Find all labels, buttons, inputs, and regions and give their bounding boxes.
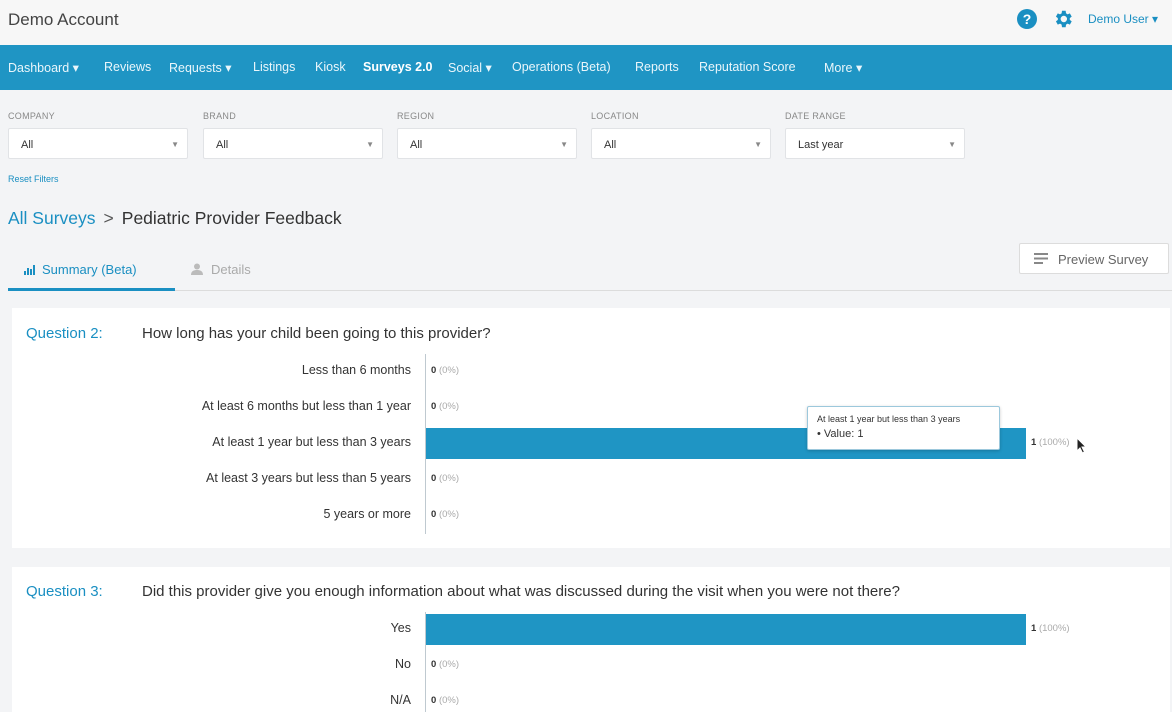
tick-label: At least 3 years but less than 5 years [206, 471, 411, 485]
brand-filter-value: All [216, 139, 229, 151]
tick-label: At least 6 months but less than 1 year [201, 399, 411, 413]
data-label: 0 (0%) [431, 401, 459, 412]
breadcrumb-all-surveys-link[interactable]: All Surveys [8, 208, 96, 228]
question-3-text: Did this provider give you enough inform… [142, 583, 900, 600]
tick-label: 5 years or more [323, 507, 411, 521]
user-name: Demo User [1088, 12, 1149, 26]
bar-chart-icon [24, 265, 35, 275]
breadcrumb: All Surveys > Pediatric Provider Feedback [8, 208, 342, 229]
nav-surveys[interactable]: Surveys 2.0 [363, 60, 433, 74]
tick-label: Less than 6 months [301, 363, 411, 377]
preview-survey-button[interactable]: Preview Survey [1019, 243, 1169, 274]
brand-filter-select[interactable]: All ▼ [203, 128, 383, 159]
tick-label: N/A [390, 693, 411, 707]
mouse-cursor-icon [1076, 437, 1088, 454]
region-filter-value: All [410, 139, 423, 151]
reset-filters-link[interactable]: Reset Filters [8, 174, 59, 184]
company-filter-value: All [21, 139, 34, 151]
account-name: Demo Account [8, 10, 119, 29]
date-range-filter-value: Last year [798, 139, 844, 151]
bar[interactable] [426, 614, 1026, 645]
tab-details-label: Details [211, 262, 251, 277]
tick-label: No [395, 657, 411, 671]
nav-reports[interactable]: Reports [635, 60, 679, 74]
tick-label: At least 1 year but less than 3 years [212, 435, 411, 449]
nav-social[interactable]: Social ▾ [448, 60, 492, 75]
data-label: 1 (100%) [1031, 623, 1070, 634]
active-tab-indicator [8, 288, 175, 291]
top-bar: Demo Account ? Demo User ▾ [0, 0, 1172, 45]
date-range-filter-label: DATE RANGE [785, 111, 846, 121]
data-label: 0 (0%) [431, 473, 459, 484]
nav-reputation-score[interactable]: Reputation Score [699, 60, 796, 74]
nav-listings[interactable]: Listings [253, 60, 295, 74]
data-label: 0 (0%) [431, 695, 459, 706]
region-filter-select[interactable]: All ▼ [397, 128, 577, 159]
location-filter-label: LOCATION [591, 111, 639, 121]
chevron-down-icon: ▼ [560, 140, 568, 149]
gear-icon[interactable] [1052, 8, 1074, 30]
nav-dashboard[interactable]: Dashboard ▾ [8, 60, 79, 75]
region-filter-label: REGION [397, 111, 435, 121]
main-nav: Dashboard ▾ Reviews Requests ▾ Listings … [0, 45, 1172, 90]
tab-summary-label: Summary (Beta) [42, 262, 137, 277]
data-label: 1 (100%) [1031, 437, 1070, 448]
tick-label: Yes [390, 621, 411, 635]
location-filter-value: All [604, 139, 617, 151]
help-icon[interactable]: ? [1017, 9, 1037, 29]
page-title: Pediatric Provider Feedback [121, 208, 342, 228]
brand-filter-label: BRAND [203, 111, 237, 121]
tooltip-value: • Value: 1 [817, 428, 864, 440]
nav-reviews[interactable]: Reviews [104, 60, 151, 74]
nav-kiosk[interactable]: Kiosk [315, 60, 346, 74]
date-range-filter-select[interactable]: Last year ▼ [785, 128, 965, 159]
tab-details[interactable]: Details [191, 262, 251, 277]
nav-operations[interactable]: Operations (Beta) [512, 60, 611, 74]
data-label: 0 (0%) [431, 509, 459, 520]
chart-tooltip: At least 1 year but less than 3 years • … [807, 406, 1000, 450]
chevron-down-icon: ▼ [366, 140, 374, 149]
chevron-down-icon: ▼ [948, 140, 956, 149]
question-2-number: Question 2: [26, 325, 103, 342]
chevron-down-icon: ▼ [171, 140, 179, 149]
preview-survey-label: Preview Survey [1058, 252, 1149, 267]
data-label: 0 (0%) [431, 365, 459, 376]
tab-summary[interactable]: Summary (Beta) [24, 262, 137, 277]
location-filter-select[interactable]: All ▼ [591, 128, 771, 159]
question-3-card: Question 3: Did this provider give you e… [12, 567, 1170, 712]
nav-more[interactable]: More ▾ [824, 60, 862, 75]
data-label: 0 (0%) [431, 659, 459, 670]
company-filter-select[interactable]: All ▼ [8, 128, 188, 159]
user-icon [191, 263, 203, 275]
nav-requests[interactable]: Requests ▾ [169, 60, 232, 75]
question-2-text: How long has your child been going to th… [142, 325, 491, 342]
tabs-divider [8, 290, 1172, 291]
breadcrumb-separator: > [103, 208, 114, 228]
question-3-number: Question 3: [26, 583, 103, 600]
user-menu[interactable]: Demo User ▾ [1088, 12, 1158, 26]
list-icon [1034, 253, 1048, 264]
tooltip-title: At least 1 year but less than 3 years [817, 414, 961, 424]
chevron-down-icon: ▼ [754, 140, 762, 149]
company-filter-label: COMPANY [8, 111, 55, 121]
